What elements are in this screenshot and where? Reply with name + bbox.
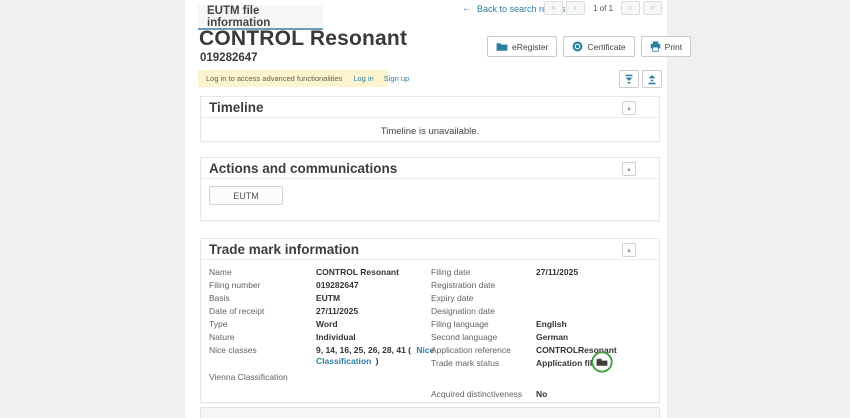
trademark-section-title: Trade mark information [209,242,359,257]
next-section-stub [200,407,660,418]
field-label: Filing language [431,319,536,330]
application-filed-status-icon [591,351,613,373]
field-label: Trade mark status [431,358,536,369]
expand-all-icon [647,74,657,85]
table-row: Filing language English [431,319,661,330]
sign-up-link[interactable]: Sign up [384,74,409,83]
field-value [536,293,661,304]
table-row: Nature Individual [209,332,438,343]
table-row-nice-classes: Nice classes 9, 14, 16, 25, 26, 28, 41 (… [209,345,438,367]
table-row: Filing number 019282647 [209,280,438,291]
actions-section-header: Actions and communications ▴ [201,158,659,179]
timeline-section: Timeline ▴ Timeline is unavailable. [200,96,660,142]
table-row: Acquired distinctiveness No [431,389,661,400]
page-title: CONTROL Resonant [199,27,407,51]
pagination-last-button[interactable]: » [643,1,662,15]
trade-mark-information-section: Trade mark information ▴ Name CONTROL Re… [200,238,660,403]
field-label: Designation date [431,306,536,317]
actions-tab-label: EUTM [233,191,259,201]
field-value: 019282647 [316,280,438,291]
field-label: Nice classes [209,345,316,367]
log-in-link[interactable]: Log in [353,74,373,83]
timeline-empty-message: Timeline is unavailable. [201,118,659,137]
eregister-button[interactable]: eRegister [487,36,557,57]
field-value: 27/11/2025 [536,267,661,278]
pagination-first-button[interactable]: « [544,1,563,15]
field-value: 27/11/2025 [316,306,438,317]
field-label: Filing number [209,280,316,291]
print-button[interactable]: Print [641,36,691,57]
field-label: Registration date [431,280,536,291]
table-row: Name CONTROL Resonant [209,267,438,278]
login-banner-message: Log in to access advanced functionalitie… [206,74,342,83]
certificate-seal-icon [572,41,583,52]
field-value: 9, 14, 16, 25, 26, 28, 41 ( Nice Classif… [316,345,438,367]
field-label: Acquired distinctiveness [431,389,536,400]
table-row: Vienna Classification [209,372,438,383]
field-value: CONTROL Resonant [316,267,438,278]
table-row: Date of receipt 27/11/2025 [209,306,438,317]
application-number: 019282647 [200,52,258,64]
timeline-section-title: Timeline [209,100,264,115]
collapse-all-button[interactable] [619,70,639,88]
nice-classes-values: 9, 14, 16, 25, 26, 28, 41 ( [316,345,411,355]
document-actions: eRegister Certificate Print [487,36,691,57]
results-pagination: « ‹ 1 of 1 › » [544,1,662,15]
field-value: No [536,389,661,400]
field-value [536,306,661,317]
field-value: Word [316,319,438,330]
table-row: Filing date 27/11/2025 [431,267,661,278]
field-value [316,372,438,383]
table-row: Application reference CONTROLResonant [431,345,661,356]
field-label: Application reference [431,345,536,356]
eregister-label: eRegister [512,42,548,52]
nice-classes-suffix: ) [376,356,379,366]
eutm-file-information-page: EUTM file information ← Back to search r… [0,0,850,418]
table-row-trademark-status: Trade mark status Application filed [431,358,661,369]
field-label: Date of receipt [209,306,316,317]
field-value: Individual [316,332,438,343]
table-row: Designation date [431,306,661,317]
table-row: Registration date [431,280,661,291]
field-value: EUTM [316,293,438,304]
timeline-collapse-button[interactable]: ▴ [622,101,636,115]
collapse-all-icon [624,74,634,85]
field-label: Name [209,267,316,278]
login-banner: Log in to access advanced functionalitie… [198,70,388,87]
field-label: Basis [209,293,316,304]
printer-icon [650,41,661,52]
field-label: Filing date [431,267,536,278]
table-row: Basis EUTM [209,293,438,304]
table-row: Second language German [431,332,661,343]
back-arrow-icon: ← [462,3,472,14]
trademark-section-header: Trade mark information ▴ [201,239,659,260]
pagination-next-button[interactable]: › [621,1,640,15]
field-label: Vienna Classification [209,372,316,383]
field-label: Expiry date [431,293,536,304]
expand-all-button[interactable] [642,70,662,88]
trademark-collapse-button[interactable]: ▴ [622,243,636,257]
certificate-label: Certificate [587,42,625,52]
certificate-button[interactable]: Certificate [563,36,634,57]
pagination-page-label: 1 of 1 [593,4,613,13]
actions-tab-eutm[interactable]: EUTM [209,186,283,205]
fold-controls [619,70,662,88]
tab-label: EUTM file information [207,5,323,29]
field-label: Second language [431,332,536,343]
actions-collapse-button[interactable]: ▴ [622,162,636,176]
field-label: Nature [209,332,316,343]
field-value [536,280,661,291]
actions-section-title: Actions and communications [209,161,397,176]
field-value: German [536,332,661,343]
folder-icon [496,42,508,52]
actions-communications-section: Actions and communications ▴ EUTM [200,157,660,221]
timeline-section-header: Timeline ▴ [201,97,659,118]
print-label: Print [665,42,682,52]
pagination-prev-button[interactable]: ‹ [566,1,585,15]
table-row: Type Word [209,319,438,330]
field-label: Type [209,319,316,330]
field-value: English [536,319,661,330]
table-row: Expiry date [431,293,661,304]
